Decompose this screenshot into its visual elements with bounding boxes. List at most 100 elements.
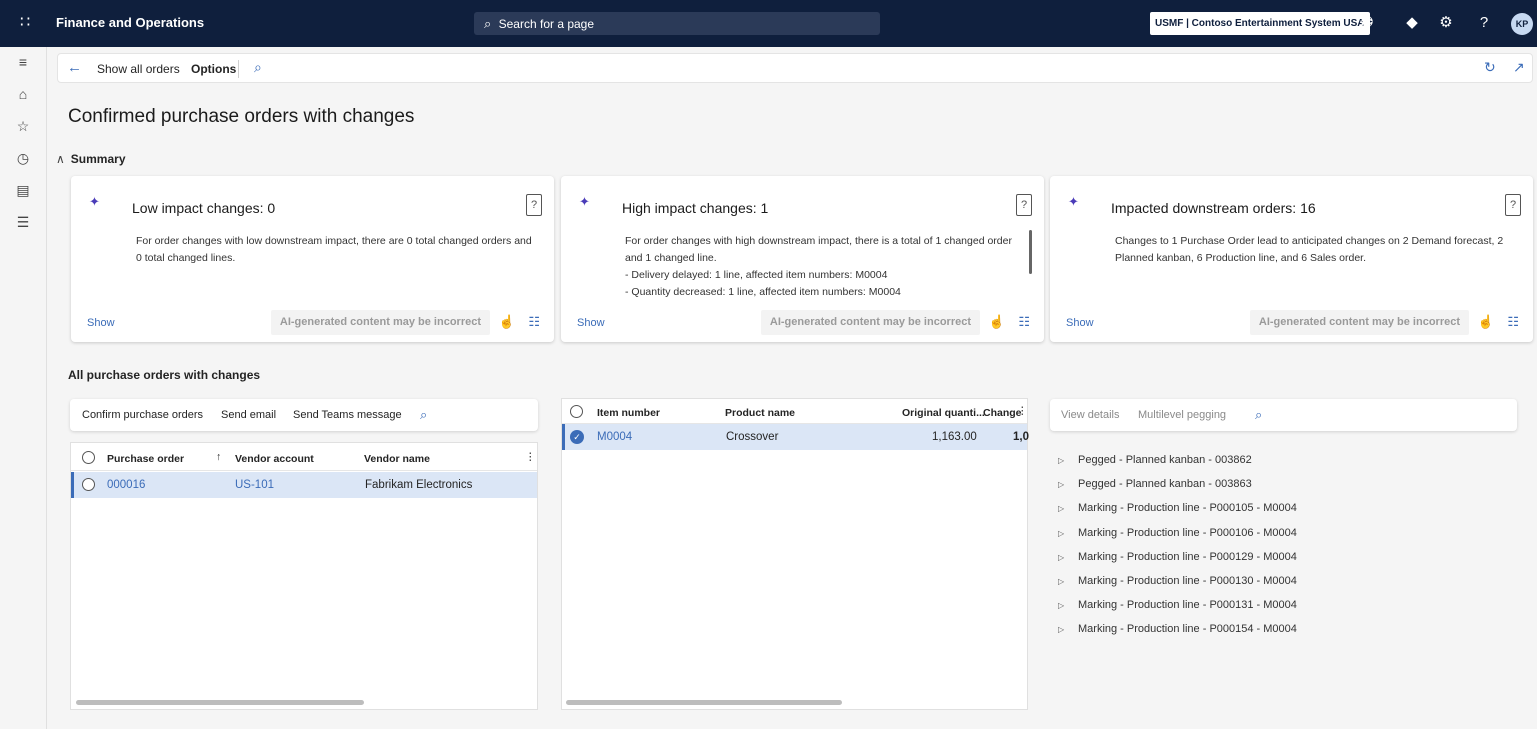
menu-icon[interactable]: ≡: [13, 52, 33, 72]
select-all-radio[interactable]: [82, 451, 95, 464]
tree-item[interactable]: ▷ Pegged - Planned kanban - 003863: [1058, 474, 1518, 498]
back-arrow-icon[interactable]: ←: [67, 59, 82, 76]
expand-icon[interactable]: ▷: [1058, 548, 1078, 568]
column-original-quantity[interactable]: Original quanti...: [902, 407, 985, 419]
thumbs-down-icon[interactable]: ☷: [1018, 314, 1030, 330]
column-change[interactable]: Change: [983, 407, 1022, 419]
column-product-name[interactable]: Product name: [725, 407, 795, 419]
home-icon[interactable]: ⌂: [13, 84, 33, 104]
send-teams-message-button[interactable]: Send Teams message: [293, 409, 402, 421]
thumbs-up-icon[interactable]: ☝: [499, 314, 515, 330]
favorites-icon[interactable]: ☆: [13, 116, 33, 136]
workspaces-icon[interactable]: ▤: [13, 180, 33, 200]
card-line: For order changes with low downstream im…: [136, 235, 532, 264]
card-line: - Quantity decreased: 1 line, affected i…: [625, 286, 901, 298]
expand-icon[interactable]: ▷: [1058, 524, 1078, 544]
pegging-tree: ▷ Pegged - Planned kanban - 003862 ▷ Pegge…: [1058, 450, 1518, 644]
vendor-name-cell: Fabrikam Electronics: [365, 479, 473, 491]
search-input[interactable]: ⌕ Search for a page: [474, 12, 880, 35]
column-purchase-order[interactable]: Purchase order: [107, 453, 184, 465]
card-low-impact: ✦ Low impact changes: 0 ? For order chan…: [71, 176, 554, 342]
open-in-new-icon[interactable]: ↗: [1513, 59, 1525, 76]
help-icon[interactable]: ?: [1505, 194, 1521, 216]
show-link[interactable]: Show: [87, 317, 115, 329]
item-number-link[interactable]: M0004: [597, 431, 632, 443]
expand-icon[interactable]: ▷: [1058, 451, 1078, 471]
multilevel-pegging-button[interactable]: Multilevel pegging: [1138, 409, 1226, 421]
purchase-order-link[interactable]: 000016: [107, 479, 145, 491]
change-cell: 1,0: [1013, 431, 1029, 443]
show-all-orders-button[interactable]: Show all orders: [97, 62, 180, 76]
sort-ascending-icon[interactable]: ↑: [216, 451, 221, 463]
confirm-purchase-orders-button[interactable]: Confirm purchase orders: [82, 409, 203, 421]
more-options-icon[interactable]: ⋮: [525, 451, 536, 463]
card-high-impact: ✦ High impact changes: 1 ? For order cha…: [561, 176, 1044, 342]
tree-item[interactable]: ▷ Marking - Production line - P000105 - M…: [1058, 498, 1518, 522]
expand-icon[interactable]: ▷: [1058, 475, 1078, 495]
table-row[interactable]: ✓ M0004 Crossover 1,163.00 1,0: [562, 424, 1029, 450]
help-icon[interactable]: ?: [1474, 13, 1494, 33]
help-icon[interactable]: ?: [526, 194, 542, 216]
vertical-scrollbar[interactable]: [1029, 230, 1032, 274]
tree-item[interactable]: ▷ Marking - Production line - P000131 - M…: [1058, 595, 1518, 619]
app-title[interactable]: Finance and Operations: [56, 15, 204, 30]
help-icon[interactable]: ?: [1016, 194, 1032, 216]
column-item-number[interactable]: Item number: [597, 407, 660, 419]
tree-item[interactable]: ▷ Marking - Production line - P000154 - M…: [1058, 619, 1518, 643]
search-icon[interactable]: ⌕: [254, 59, 262, 76]
notifications-icon[interactable]: ◆: [1402, 13, 1422, 33]
send-email-button[interactable]: Send email: [221, 409, 276, 421]
search-icon[interactable]: ⌕: [420, 407, 427, 423]
column-vendor-name[interactable]: Vendor name: [364, 453, 430, 465]
expand-icon[interactable]: ▷: [1058, 596, 1078, 616]
expand-icon[interactable]: ▷: [1058, 499, 1078, 519]
thumbs-down-icon[interactable]: ☷: [528, 314, 540, 330]
horizontal-scrollbar[interactable]: [76, 700, 364, 705]
row-radio[interactable]: [82, 478, 95, 491]
card-body: Changes to 1 Purchase Order lead to anti…: [1115, 233, 1517, 267]
orders-toolbar: Confirm purchase orders Send email Send …: [70, 399, 538, 431]
section-title: All purchase orders with changes: [68, 368, 261, 382]
search-icon[interactable]: ⌕: [1255, 407, 1262, 423]
row-checked-icon[interactable]: ✓: [570, 430, 584, 444]
horizontal-scrollbar[interactable]: [566, 700, 842, 705]
ai-warning-badge: AI-generated content may be incorrect: [760, 310, 980, 335]
tree-item[interactable]: ▷ Marking - Production line - P000130 - M…: [1058, 571, 1518, 595]
summary-label: Summary: [70, 152, 126, 166]
view-details-button[interactable]: View details: [1061, 409, 1120, 421]
expand-icon[interactable]: ▷: [1058, 620, 1078, 640]
refresh-icon[interactable]: ↻: [1484, 59, 1496, 76]
avatar[interactable]: KP: [1511, 13, 1533, 35]
card-line: For order changes with high downstream i…: [625, 235, 1012, 264]
settings-icon[interactable]: ⚙: [1436, 13, 1456, 33]
table-row[interactable]: 000016 US-101 Fabrikam Electronics: [71, 472, 537, 498]
show-link[interactable]: Show: [1066, 317, 1094, 329]
tree-item-label: Marking - Production line - P000129 - M0…: [1078, 550, 1297, 563]
options-button[interactable]: Options: [191, 62, 236, 76]
show-link[interactable]: Show: [577, 317, 605, 329]
recent-icon[interactable]: ◷: [13, 148, 33, 168]
summary-toggle[interactable]: ∧ Summary: [56, 152, 126, 166]
column-vendor-account[interactable]: Vendor account: [235, 453, 314, 465]
card-line: Changes to 1 Purchase Order lead to anti…: [1115, 235, 1504, 264]
copilot-icon[interactable]: ❂: [1357, 13, 1377, 33]
app-launcher-icon[interactable]: ∷: [20, 14, 38, 32]
more-options-icon[interactable]: ⋮: [1017, 405, 1028, 417]
sparkle-icon: ✦: [579, 194, 590, 209]
select-all-radio[interactable]: [570, 405, 583, 418]
company-picker[interactable]: USMF | Contoso Entertainment System USA: [1150, 12, 1370, 35]
tree-item[interactable]: ▷ Marking - Production line - P000129 - M…: [1058, 547, 1518, 571]
thumbs-up-icon[interactable]: ☝: [989, 314, 1005, 330]
ai-warning-badge: AI-generated content may be incorrect: [1249, 310, 1469, 335]
tree-item[interactable]: ▷ Pegged - Planned kanban - 003862: [1058, 450, 1518, 474]
tree-item-label: Marking - Production line - P000105 - M0…: [1078, 502, 1297, 515]
side-nav: ≡ ⌂ ☆ ◷ ▤ ☰: [0, 47, 47, 729]
tree-item-label: Marking - Production line - P000130 - M0…: [1078, 574, 1297, 587]
tree-item[interactable]: ▷ Marking - Production line - P000106 - M…: [1058, 523, 1518, 547]
expand-icon[interactable]: ▷: [1058, 572, 1078, 592]
modules-icon[interactable]: ☰: [13, 212, 33, 232]
thumbs-down-icon[interactable]: ☷: [1507, 314, 1519, 330]
thumbs-up-icon[interactable]: ☝: [1478, 314, 1494, 330]
pegging-toolbar: View details Multilevel pegging ⌕: [1050, 399, 1517, 431]
vendor-account-link[interactable]: US-101: [235, 479, 274, 491]
